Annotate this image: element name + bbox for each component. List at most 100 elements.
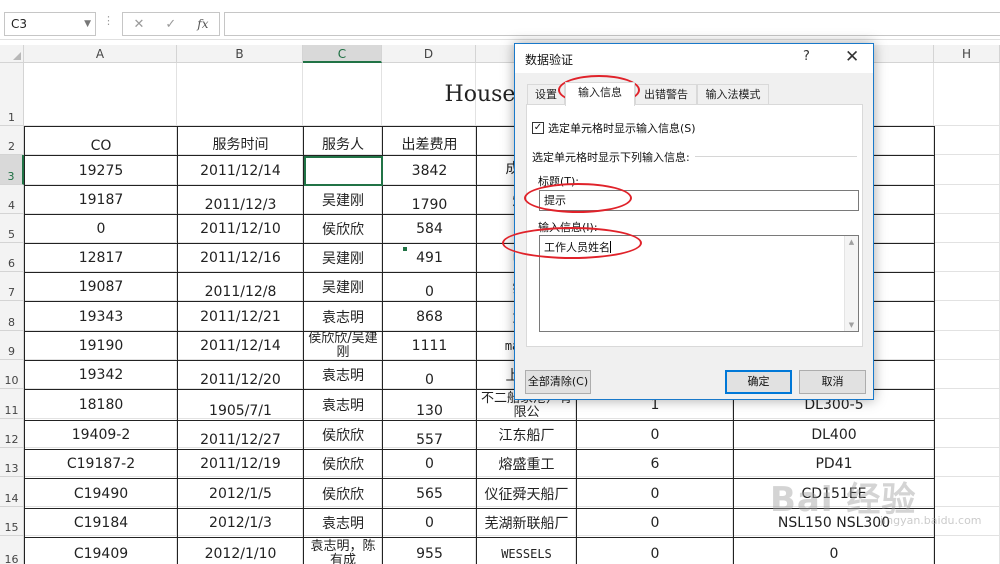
table-cell[interactable]: 6	[576, 449, 734, 479]
table-cell[interactable]: 0	[576, 420, 734, 450]
row-header[interactable]: 10	[0, 360, 24, 389]
table-cell[interactable]: 557	[382, 420, 477, 450]
table-cell[interactable]: 1111	[382, 331, 477, 361]
table-cell[interactable]: 0	[576, 537, 734, 564]
table-cell[interactable]: 芜湖新联船厂	[476, 508, 577, 538]
row-header[interactable]: 1	[0, 63, 24, 126]
show-input-message-checkbox[interactable]: ✓	[532, 122, 544, 134]
cancel-icon[interactable]: ✕	[133, 17, 144, 32]
column-header[interactable]: A	[24, 45, 177, 63]
formula-input[interactable]	[224, 12, 1000, 36]
table-cell[interactable]: 19187	[24, 185, 178, 215]
table-cell[interactable]: 侯欣欣	[303, 214, 383, 244]
table-cell[interactable]: 19343	[24, 301, 178, 332]
header-cell[interactable]: 服务时间	[177, 126, 304, 156]
row-header[interactable]: 4	[0, 185, 24, 214]
table-cell[interactable]: 2011/12/20	[177, 360, 304, 390]
table-cell[interactable]: 袁志明	[303, 389, 383, 421]
active-cell[interactable]	[303, 155, 383, 186]
name-box[interactable]: C3 ▼	[4, 12, 96, 36]
scroll-down-icon[interactable]: ▼	[845, 321, 858, 329]
table-cell[interactable]: 584	[382, 214, 477, 244]
table-cell[interactable]: 2011/12/19	[177, 449, 304, 479]
table-cell[interactable]: 3842	[382, 155, 477, 186]
title-input[interactable]: 提示	[539, 190, 859, 211]
table-cell[interactable]: 2011/12/8	[177, 272, 304, 302]
table-cell[interactable]: 130	[382, 389, 477, 421]
header-cell[interactable]: CO	[24, 126, 178, 156]
table-cell[interactable]: 491	[382, 243, 477, 273]
column-header[interactable]: B	[177, 45, 303, 63]
table-cell[interactable]: 2011/12/14	[177, 155, 304, 186]
check-icon[interactable]: ✓	[165, 17, 176, 32]
header-cell[interactable]: 服务人	[303, 126, 383, 156]
table-cell[interactable]: WESSELS	[476, 537, 577, 564]
scroll-up-icon[interactable]: ▲	[845, 238, 858, 246]
table-cell[interactable]: C19409	[24, 537, 178, 564]
cancel-button[interactable]: 取消	[799, 370, 866, 394]
table-cell[interactable]: 0	[382, 360, 477, 390]
table-cell[interactable]: 吴建刚	[303, 243, 383, 273]
row-header[interactable]: 15	[0, 507, 24, 536]
row-header[interactable]: 8	[0, 301, 24, 331]
table-cell[interactable]: 2011/12/16	[177, 243, 304, 273]
tab-settings[interactable]: 设置	[527, 84, 565, 105]
header-cell[interactable]: 出差费用	[382, 126, 477, 156]
table-cell[interactable]: 0	[576, 478, 734, 509]
resize-handle-icon[interactable]: ⋮	[103, 14, 114, 27]
row-header[interactable]: 2	[0, 126, 24, 155]
table-cell[interactable]: 2012/1/3	[177, 508, 304, 538]
row-header[interactable]: 3	[0, 155, 24, 185]
table-cell[interactable]: 仪征舜天船厂	[476, 478, 577, 509]
ok-button[interactable]: 确定	[725, 370, 792, 394]
table-cell[interactable]: 吴建刚	[303, 272, 383, 302]
table-cell[interactable]: 868	[382, 301, 477, 332]
chevron-down-icon[interactable]: ▼	[84, 13, 91, 35]
textarea-scrollbar[interactable]: ▲ ▼	[844, 236, 858, 331]
close-icon[interactable]: ✕	[845, 47, 859, 67]
table-cell[interactable]: 熔盛重工	[476, 449, 577, 479]
table-cell[interactable]: 侯欣欣	[303, 420, 383, 450]
table-cell[interactable]: 19087	[24, 272, 178, 302]
table-cell[interactable]: 19409-2	[24, 420, 178, 450]
table-cell[interactable]: 2012/1/5	[177, 478, 304, 509]
table-cell[interactable]: 0	[733, 537, 935, 564]
table-cell[interactable]: 侯欣欣	[303, 449, 383, 479]
table-cell[interactable]: 袁志明	[303, 508, 383, 538]
row-header[interactable]: 16	[0, 536, 24, 564]
table-cell[interactable]: 1790	[382, 185, 477, 215]
table-cell[interactable]: 侯欣欣/吴建刚	[303, 331, 383, 361]
table-cell[interactable]: C19187-2	[24, 449, 178, 479]
table-cell[interactable]: 袁志明，陈有成	[303, 537, 383, 564]
column-header[interactable]: D	[382, 45, 476, 63]
column-header[interactable]: H	[934, 45, 1000, 63]
table-cell[interactable]: 袁志明	[303, 360, 383, 390]
row-header[interactable]: 12	[0, 419, 24, 448]
table-cell[interactable]: 2011/12/10	[177, 214, 304, 244]
table-cell[interactable]: 2011/12/27	[177, 420, 304, 450]
help-icon[interactable]: ?	[803, 49, 810, 64]
table-cell[interactable]: 19275	[24, 155, 178, 186]
table-cell[interactable]: 2011/12/21	[177, 301, 304, 332]
select-all-corner[interactable]	[0, 45, 24, 63]
table-cell[interactable]: 1905/7/1	[177, 389, 304, 421]
tab-input-message[interactable]: 输入信息	[565, 82, 635, 106]
fill-handle[interactable]	[402, 246, 408, 252]
show-input-message-option[interactable]: ✓ 选定单元格时显示输入信息(S)	[532, 120, 696, 136]
table-cell[interactable]: 2011/12/14	[177, 331, 304, 361]
table-cell[interactable]: 0	[382, 449, 477, 479]
table-cell[interactable]: 0	[576, 508, 734, 538]
clear-all-button[interactable]: 全部清除(C)	[525, 370, 591, 394]
table-cell[interactable]: 19342	[24, 360, 178, 390]
dialog-titlebar[interactable]: 数据验证 ? ✕	[515, 44, 873, 73]
table-cell[interactable]: 0	[24, 214, 178, 244]
table-cell[interactable]: 12817	[24, 243, 178, 273]
tab-ime-mode[interactable]: 输入法模式	[697, 84, 769, 105]
table-cell[interactable]: 江东船厂	[476, 420, 577, 450]
table-cell[interactable]: 2011/12/3	[177, 185, 304, 215]
table-cell[interactable]: 0	[382, 508, 477, 538]
tab-error-alert[interactable]: 出错警告	[635, 84, 697, 105]
row-header[interactable]: 7	[0, 272, 24, 301]
table-cell[interactable]: 吴建刚	[303, 185, 383, 215]
message-textarea[interactable]: 工作人员姓名 ▲ ▼	[539, 235, 859, 332]
